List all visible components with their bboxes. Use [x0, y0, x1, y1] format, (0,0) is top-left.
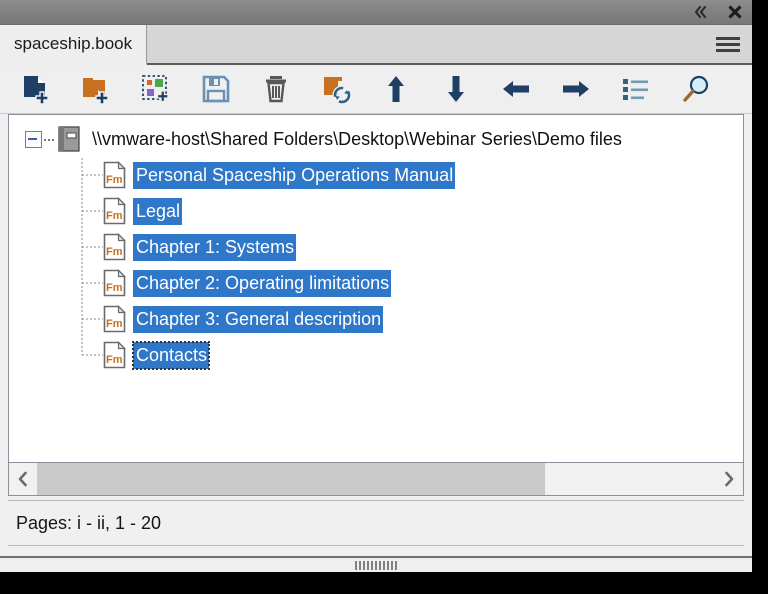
search-button[interactable]: [666, 67, 726, 111]
svg-text:Fm: Fm: [106, 318, 123, 330]
arrow-left-icon: [503, 81, 529, 97]
document-add-icon: [24, 76, 49, 105]
tree-item-row[interactable]: Fm Chapter 1: Systems: [9, 229, 743, 265]
svg-text:Fm: Fm: [106, 354, 123, 366]
tab-bar-empty-area: [147, 25, 752, 63]
tree-elbow-connector: [81, 318, 103, 320]
tree-item-row[interactable]: Fm Chapter 3: General description: [9, 301, 743, 337]
tree-item-label: Personal Spaceship Operations Manual: [133, 161, 456, 189]
tree-vertical-connector: [81, 337, 83, 355]
fm-document-icon: Fm: [103, 341, 126, 369]
tree-item-label: Contacts: [131, 340, 211, 370]
tree-elbow-connector: [81, 246, 103, 248]
move-down-button[interactable]: [426, 67, 486, 111]
add-file-button[interactable]: [6, 67, 66, 111]
fm-document-icon: Fm: [103, 233, 126, 261]
svg-text:Fm: Fm: [106, 174, 123, 186]
hamburger-menu-icon[interactable]: [716, 34, 740, 54]
add-group-button[interactable]: [126, 67, 186, 111]
scrollbar-thumb[interactable]: [37, 463, 545, 495]
tree-item-row[interactable]: Fm Legal: [9, 193, 743, 229]
tree-item-label: Chapter 3: General description: [133, 305, 384, 333]
trash-icon: [266, 76, 286, 103]
tree-connector-dots: [42, 131, 56, 147]
floppy-save-icon: [202, 75, 230, 103]
tree-item-label: Legal: [133, 197, 183, 225]
tree-children: Fm Personal Spaceship Operations Manual Fm…: [9, 157, 743, 373]
status-bar: Pages: i - ii, 1 - 20: [8, 500, 744, 546]
tree-elbow-connector: [81, 210, 103, 212]
tab-label: spaceship.book: [14, 34, 133, 53]
title-bar: [0, 0, 752, 25]
list-view-button[interactable]: [606, 67, 666, 111]
folder-add-icon: [83, 78, 109, 105]
update-book-button[interactable]: [306, 67, 366, 111]
close-icon: [728, 5, 742, 19]
save-button[interactable]: [186, 67, 246, 111]
resize-grip-bar[interactable]: [0, 556, 752, 572]
close-button[interactable]: [718, 0, 752, 24]
promote-button[interactable]: [486, 67, 546, 111]
tree-root-row[interactable]: \\vmware-host\Shared Folders\Desktop\Web…: [9, 121, 743, 157]
tree-elbow-connector: [81, 174, 103, 176]
book-icon: [58, 126, 80, 152]
list-icon: [623, 79, 648, 100]
tab-spaceship-book[interactable]: spaceship.book: [0, 25, 148, 65]
svg-text:Fm: Fm: [106, 282, 123, 294]
arrow-right-icon: [563, 81, 589, 97]
tab-bar: spaceship.book: [0, 25, 752, 65]
tree-item-row[interactable]: Fm Personal Spaceship Operations Manual: [9, 157, 743, 193]
tree-item-row[interactable]: Fm Contacts: [9, 337, 743, 373]
group-add-icon: [142, 75, 169, 103]
hamburger-line: [716, 48, 740, 52]
fm-document-icon: Fm: [103, 161, 126, 189]
fm-document-icon: Fm: [103, 305, 126, 333]
scrollbar-track[interactable]: [37, 463, 715, 495]
tree-elbow-connector: [81, 282, 103, 284]
demote-button[interactable]: [546, 67, 606, 111]
toolbar: [0, 65, 752, 114]
chevron-left-icon: [18, 471, 27, 487]
move-up-button[interactable]: [366, 67, 426, 111]
delete-button[interactable]: [246, 67, 306, 111]
book-tree: \\vmware-host\Shared Folders\Desktop\Web…: [9, 115, 743, 373]
scroll-left-button[interactable]: [9, 463, 37, 495]
book-tree-panel[interactable]: \\vmware-host\Shared Folders\Desktop\Web…: [8, 114, 744, 462]
book-window: spaceship.book \\vmware-host\Shared Fold…: [0, 0, 752, 572]
minus-expander-icon[interactable]: [25, 130, 42, 148]
folder-refresh-icon: [324, 77, 352, 105]
tree-root-label: \\vmware-host\Shared Folders\Desktop\Web…: [92, 128, 622, 149]
status-text: Pages: i - ii, 1 - 20: [16, 512, 162, 533]
hamburger-line: [716, 42, 740, 46]
fm-document-icon: Fm: [103, 269, 126, 297]
add-folder-button[interactable]: [66, 67, 126, 111]
svg-text:Fm: Fm: [106, 210, 123, 222]
chevron-right-icon: [725, 471, 734, 487]
fm-document-icon: Fm: [103, 197, 126, 225]
horizontal-scrollbar[interactable]: [8, 462, 744, 496]
magnifier-icon: [683, 75, 709, 102]
svg-text:Fm: Fm: [106, 246, 123, 258]
hamburger-line: [716, 36, 740, 40]
tree-item-row[interactable]: Fm Chapter 2: Operating limitations: [9, 265, 743, 301]
tree-elbow-connector: [81, 354, 103, 356]
arrow-down-icon: [448, 76, 464, 102]
tree-item-label: Chapter 1: Systems: [133, 233, 297, 261]
scroll-right-button[interactable]: [715, 463, 743, 495]
collapse-button[interactable]: [684, 0, 718, 24]
tree-item-label: Chapter 2: Operating limitations: [133, 269, 392, 297]
resize-grip-icon[interactable]: [355, 560, 397, 570]
chevrons-left-icon: [694, 5, 707, 19]
arrow-up-icon: [388, 76, 404, 102]
